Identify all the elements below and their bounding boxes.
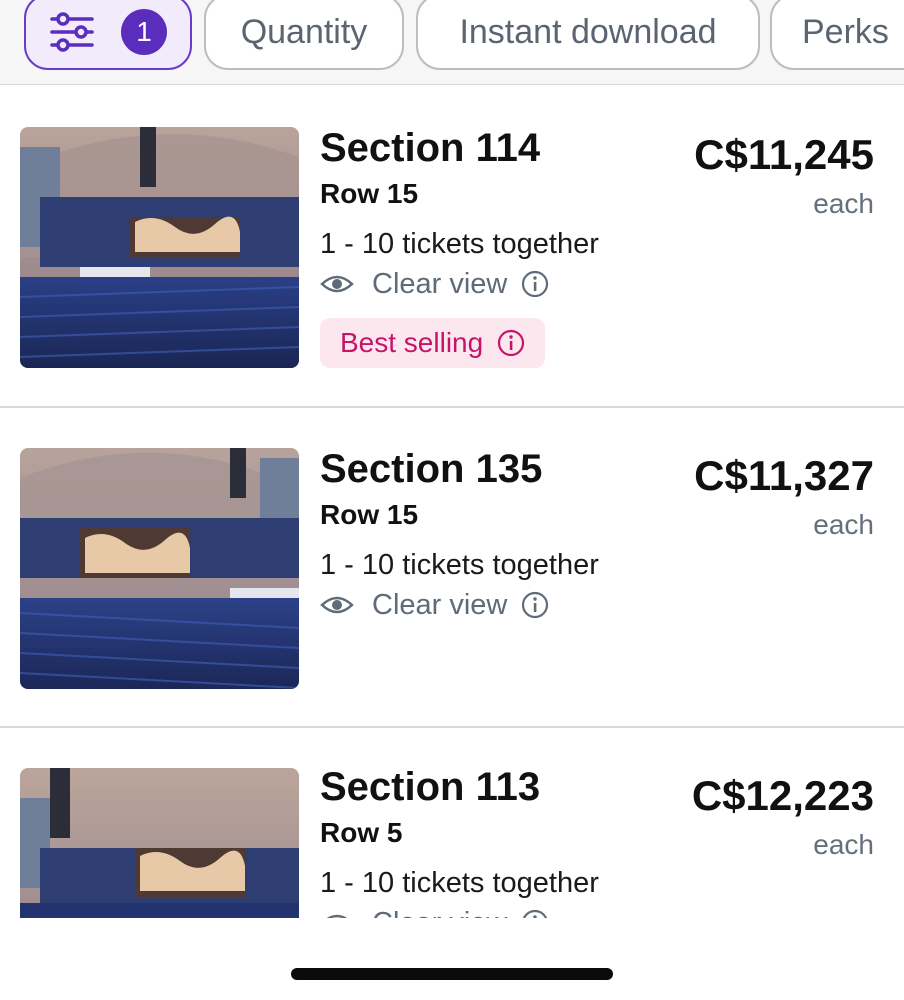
section-name: Section 113 (320, 765, 541, 809)
quantity-filter-chip[interactable]: Quantity (204, 0, 404, 70)
ticket-listings-page: 1 Quantity Instant download Perks Sectio… (0, 0, 904, 1000)
row-label: Row 15 (320, 178, 419, 209)
info-icon[interactable] (497, 329, 525, 357)
listing-info: Section 135 Row 15 1 - 10 tickets togeth… (320, 446, 599, 623)
price: C$11,245 (694, 131, 874, 178)
section-name: Section 114 (320, 126, 541, 170)
ticket-quantity: 1 - 10 tickets together (320, 228, 599, 260)
view-label: Clear view (372, 267, 508, 300)
view-label: Clear view (372, 588, 508, 621)
perks-filter-chip[interactable]: Perks (770, 0, 904, 70)
listing-card[interactable]: Section 135 Row 15 1 - 10 tickets togeth… (0, 408, 904, 728)
home-indicator[interactable] (291, 968, 613, 980)
seat-view-image (20, 127, 299, 368)
row-label: Row 5 (320, 817, 403, 848)
price: C$11,327 (694, 452, 874, 499)
section-name: Section 135 (320, 447, 543, 491)
info-icon[interactable] (521, 591, 549, 619)
listing-info: Section 114 Row 15 1 - 10 tickets togeth… (320, 125, 599, 368)
ticket-quantity: 1 - 10 tickets together (320, 867, 599, 899)
price-unit: each (813, 188, 874, 219)
view-quality: Clear view (320, 266, 599, 302)
ticket-quantity: 1 - 10 tickets together (320, 549, 599, 581)
row-label: Row 15 (320, 499, 419, 530)
sliders-icon (50, 12, 94, 52)
seat-view-image (20, 448, 299, 689)
price-unit: each (813, 829, 874, 860)
listing-info: Section 113 Row 5 1 - 10 tickets togethe… (320, 764, 599, 941)
active-filter-count: 1 (121, 9, 167, 55)
filter-bar: 1 Quantity Instant download Perks (0, 0, 904, 85)
price: C$12,223 (691, 772, 874, 819)
bottom-safe-area (0, 918, 904, 1000)
eye-icon (320, 275, 354, 293)
view-quality: Clear view (320, 587, 599, 623)
instant-download-filter-chip[interactable]: Instant download (416, 0, 760, 70)
best-selling-badge: Best selling (320, 318, 546, 368)
divider (0, 84, 904, 85)
info-icon[interactable] (521, 270, 549, 298)
price-block: C$11,245 each (694, 131, 874, 221)
eye-icon (320, 596, 354, 614)
price-block: C$12,223 each (692, 772, 874, 862)
filters-button[interactable]: 1 (24, 0, 192, 70)
price-block: C$11,327 each (694, 452, 874, 542)
price-unit: each (813, 509, 874, 540)
badge-label: Best selling (340, 327, 484, 358)
listing-card[interactable]: Section 114 Row 15 1 - 10 tickets togeth… (0, 87, 904, 408)
